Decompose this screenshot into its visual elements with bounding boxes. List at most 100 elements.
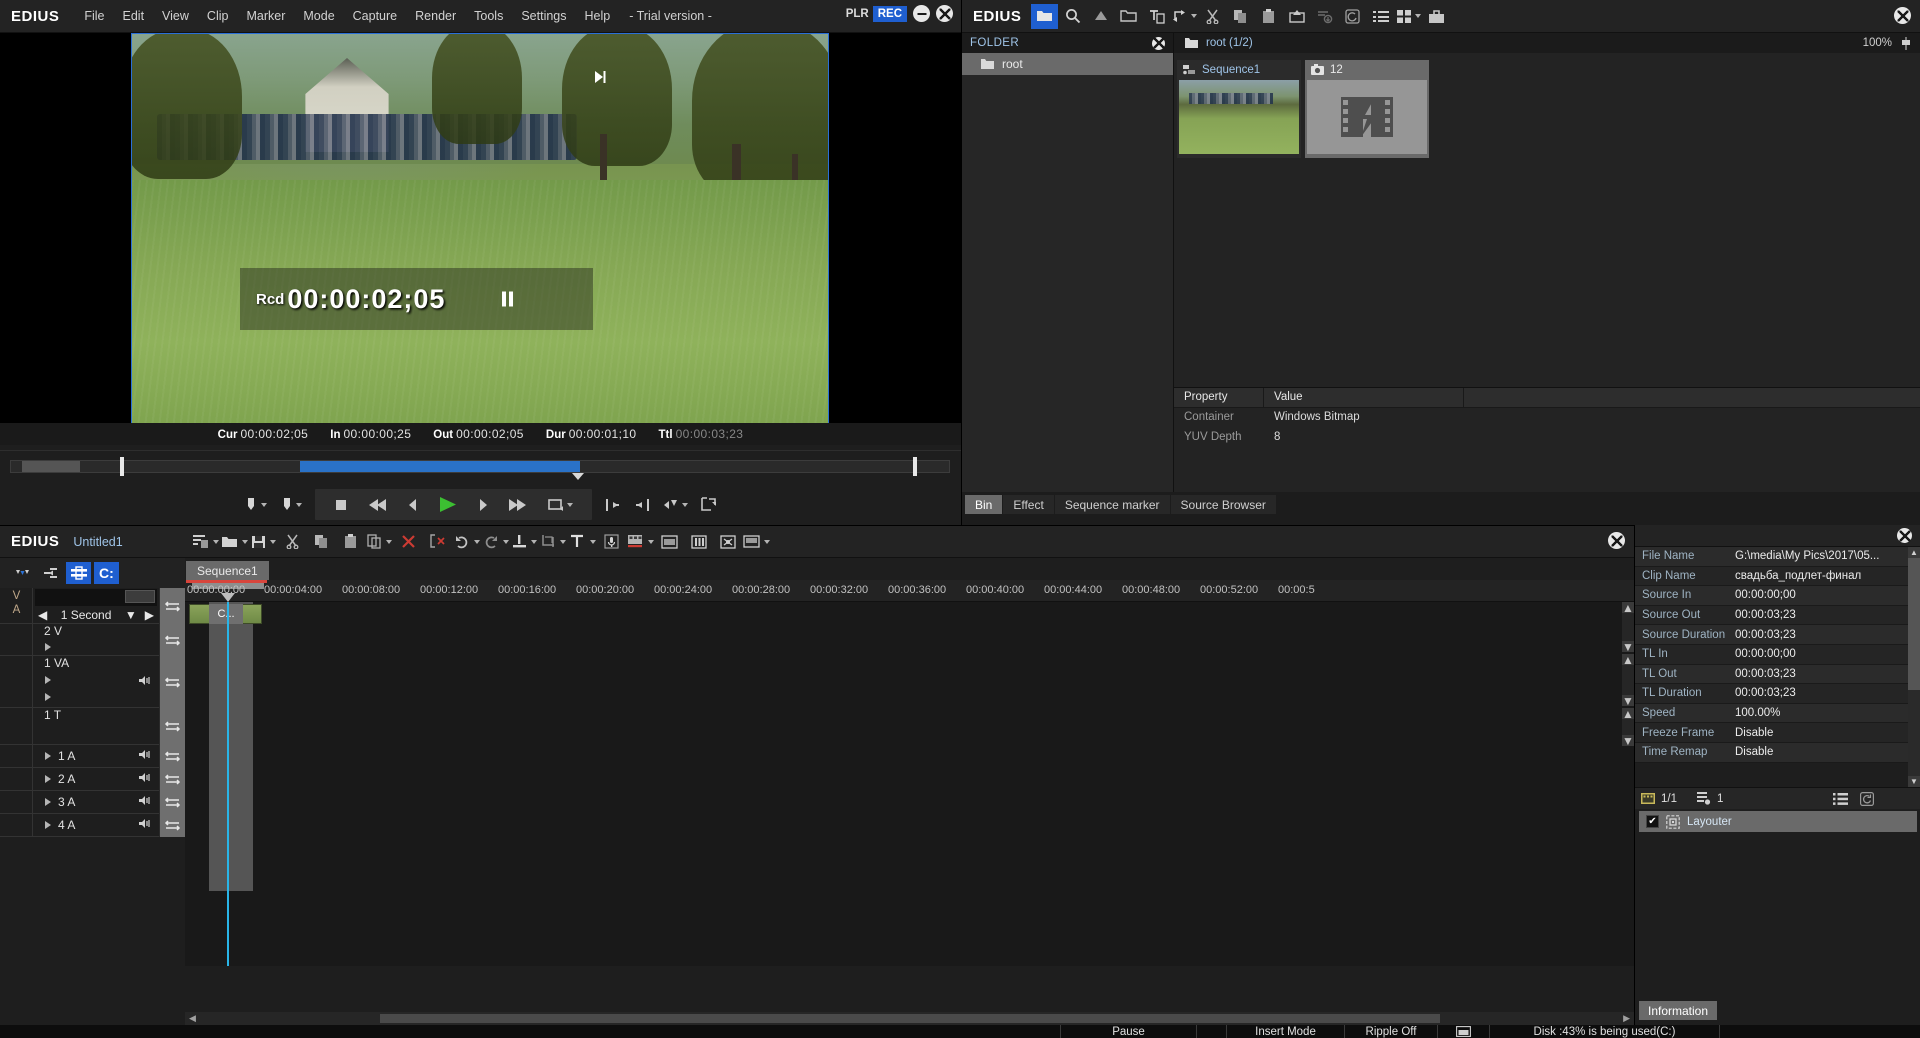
track-header-1t[interactable]: 1 T [0,708,185,745]
previous-frame-button[interactable] [403,494,423,516]
list-view-icon[interactable] [1367,4,1394,29]
ripple-mode-icon[interactable] [10,562,35,584]
scroll-down-icon[interactable]: ▼ [1622,734,1634,748]
tab-bin[interactable]: Bin [965,495,1003,514]
timeline-clip-column[interactable] [209,602,253,891]
track-audio-mute-icon[interactable] [138,772,151,786]
scroll-up-icon[interactable]: ▲ [1622,601,1634,615]
info-row-file-name[interactable]: File Name G:\media\My Pics\2017\05... [1635,547,1909,567]
playhead-handle-icon[interactable] [221,593,235,602]
menu-item-mode[interactable]: Mode [294,5,343,27]
menu-item-file[interactable]: File [75,5,113,27]
set-in-point-button[interactable] [240,493,272,516]
zoom-prev-icon[interactable]: ◀ [38,608,47,622]
menu-item-clip[interactable]: Clip [198,5,238,27]
tab-sequence-marker[interactable]: Sequence marker [1054,495,1170,514]
track-header-3a[interactable]: 3 A [0,791,185,814]
info-scroll-down-icon[interactable]: ▼ [1908,776,1920,787]
folder-tree-item-root[interactable]: root [962,53,1173,75]
delete-clip-icon[interactable] [394,529,423,555]
timeline-clip-label[interactable]: C... [209,604,243,624]
scrubber-out-handle[interactable] [913,457,917,476]
hscroll-thumb[interactable] [379,1014,1440,1023]
info-scroll-thumb[interactable] [1908,558,1920,690]
folder-panel-close-icon[interactable] [1152,36,1165,50]
information-close-icon[interactable] [1897,528,1912,543]
track-sync-toggle[interactable] [159,814,185,837]
bin-close-icon[interactable] [1894,7,1911,24]
info-row-tl-out[interactable]: TL Out 00:00:03;23 [1635,664,1909,685]
track-audio-mute-icon[interactable] [138,675,151,689]
track-sync-toggle[interactable] [159,656,185,708]
track-sync-toggle[interactable] [159,791,185,814]
track-sync-toggle[interactable] [159,745,185,768]
rec-label[interactable]: REC [872,5,907,22]
timeline-hscrollbar[interactable]: ◀ ▶ [185,1012,1634,1025]
menu-item-marker[interactable]: Marker [237,5,294,27]
timeline-vscroll-2[interactable]: ▲ ▼ [1622,653,1634,708]
tab-source-browser[interactable]: Source Browser [1170,495,1276,514]
fast-forward-button[interactable] [503,494,533,516]
timeline-ruler[interactable]: 00:00:00:00 00:00:04:00 00:00:08:00 00:0… [185,580,1634,602]
menu-item-help[interactable]: Help [576,5,620,27]
tab-information[interactable]: Information [1639,1001,1718,1020]
loop-playback-button[interactable] [543,494,578,516]
paste-icon[interactable] [336,529,365,555]
player-scrubber[interactable] [0,450,961,482]
track-header-1a[interactable]: 1 A [0,745,185,768]
reset-effect-icon[interactable] [1860,791,1875,806]
timeline-vscroll-3[interactable]: ▲ ▼ [1622,707,1634,748]
zoom-dropdown-icon[interactable]: ▼ [125,608,137,622]
render-settings-icon[interactable] [713,529,742,555]
scrubber-in-handle[interactable] [120,457,124,476]
folder-view-icon[interactable] [1031,3,1059,29]
status-display-icon[interactable] [1437,1025,1489,1038]
add-to-timeline-icon[interactable] [1283,4,1310,29]
replace-clip-icon[interactable] [365,529,394,555]
trim-out-button[interactable] [629,494,655,516]
rewind-button[interactable] [363,494,393,516]
timeline-playhead[interactable] [227,602,229,966]
track-header-1va[interactable]: 1 VA [0,656,185,708]
bin-zoom-control[interactable]: 100% [1863,36,1920,50]
menu-item-edit[interactable]: Edit [114,5,154,27]
copy-icon[interactable] [307,529,336,555]
hscroll-left-icon[interactable]: ◀ [186,1013,196,1024]
status-insert-mode[interactable]: Insert Mode [1226,1025,1344,1038]
menu-item-render[interactable]: Render [406,5,465,27]
info-scroll-up-icon[interactable]: ▲ [1908,547,1920,558]
paste-icon[interactable] [1255,4,1282,29]
track-sync-toggle[interactable] [159,588,185,624]
group-mode-icon[interactable] [38,562,63,584]
minimize-icon[interactable] [913,5,930,22]
close-icon[interactable] [936,5,953,22]
cut-icon[interactable] [278,529,307,555]
add-title-clip-icon[interactable] [1143,4,1170,29]
effect-enabled-checkbox[interactable]: ✔ [1646,815,1659,828]
timeline-canvas[interactable]: C... ▲ ▼ ▲ ▼ ▲ ▼ [185,593,1634,966]
sort-toggle-icon[interactable] [1171,4,1198,29]
menu-item-settings[interactable]: Settings [512,5,575,27]
timeline-close-icon[interactable] [1608,532,1625,549]
track-header-2v[interactable]: 2 V [0,624,185,656]
plr-label[interactable]: PLR [842,6,873,22]
status-ripple-mode[interactable]: Ripple Off [1344,1025,1437,1038]
scrubber-playhead[interactable] [572,473,584,480]
bin-card-sequence1[interactable]: Sequence1 [1177,60,1301,158]
menu-item-capture[interactable]: Capture [344,5,406,27]
sequence-tab-sequence1[interactable]: Sequence1 [186,561,269,580]
scroll-down-icon[interactable]: ▼ [1622,694,1634,708]
voice-over-icon[interactable] [597,529,626,555]
layout-preset-icon[interactable] [742,529,771,555]
crop-icon[interactable] [539,529,568,555]
track-expander-3a[interactable] [45,798,51,806]
info-row-freeze-frame[interactable]: Freeze Frame Disable [1635,723,1909,743]
track-sync-toggle[interactable] [159,768,185,791]
hscroll-right-icon[interactable]: ▶ [1623,1013,1633,1024]
open-project-icon[interactable] [220,529,249,555]
effect-list-view-icon[interactable] [1833,792,1849,805]
info-row-time-remap[interactable]: Time Remap Disable [1635,742,1909,763]
tab-effect[interactable]: Effect [1003,495,1054,514]
set-out-point-button[interactable] [275,493,307,516]
track-expander-1a[interactable] [45,752,51,760]
